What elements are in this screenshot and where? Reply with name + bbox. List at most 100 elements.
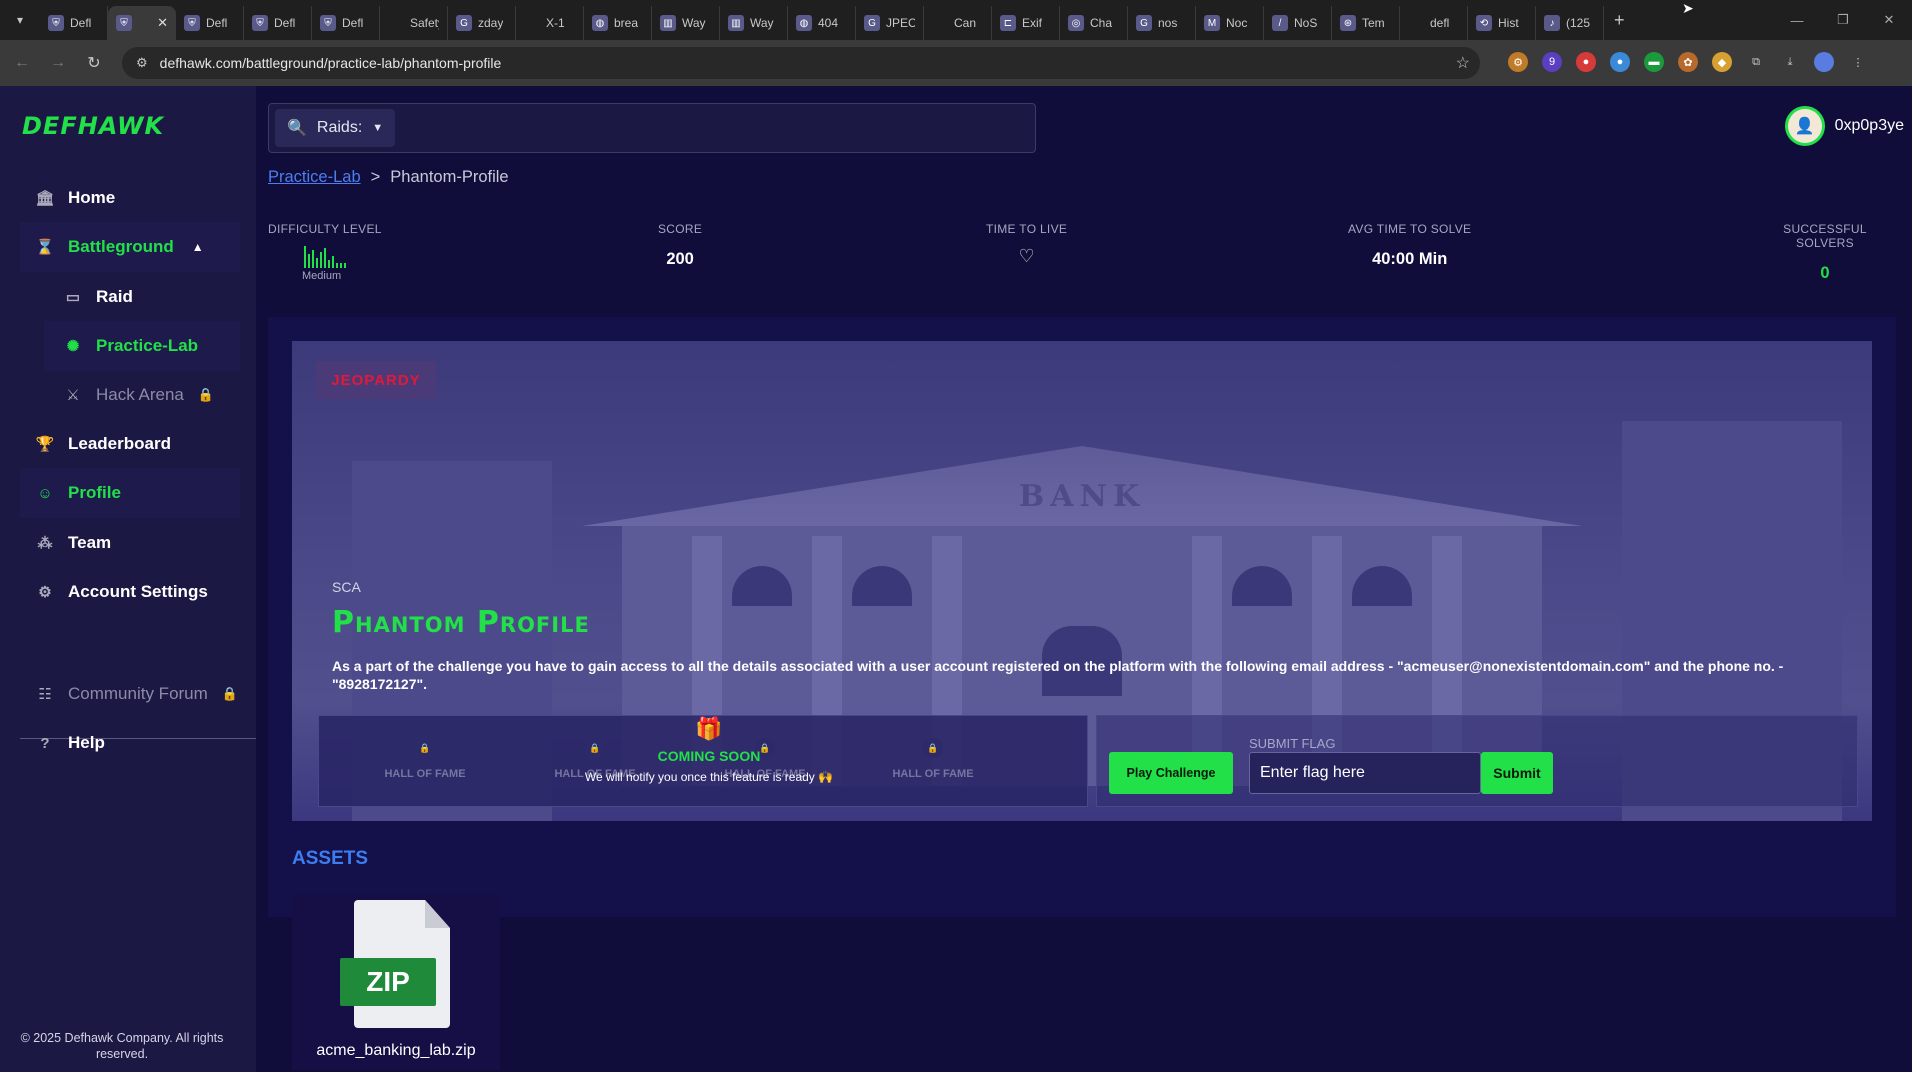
extension-icon[interactable]: ▬ [1644, 52, 1664, 72]
sidebar-item-hack-arena[interactable]: ⚔ Hack Arena 🔒 [44, 370, 240, 420]
extension-icon[interactable]: ● [1576, 52, 1596, 72]
tab-title: 404 [818, 16, 839, 30]
new-tab-button[interactable]: + [1614, 10, 1625, 31]
browser-tab[interactable]: ♪ (125 [1536, 6, 1604, 40]
browser-tab[interactable]: ◍ 404 [788, 6, 856, 40]
sidebar-item-help[interactable]: ? Help [20, 718, 240, 768]
google-icon: G [456, 15, 472, 31]
tab-title: Hist [1498, 16, 1519, 30]
history-icon: ⟲ [1476, 15, 1492, 31]
chevron-up-icon: ▲ [191, 240, 204, 254]
browser-tab[interactable]: G JPEC [856, 6, 924, 40]
hourglass-icon: ⌛ [35, 239, 55, 256]
minimize-icon[interactable]: — [1774, 0, 1820, 40]
restore-icon[interactable]: ❐ [1820, 0, 1866, 40]
tab-title: Way [682, 16, 706, 30]
blank-favicon-icon [388, 15, 404, 31]
reload-icon[interactable]: ↻ [80, 49, 108, 77]
copyright-text: © 2025 Defhawk Company. All rights reser… [20, 1031, 224, 1061]
browser-tab[interactable]: Can [924, 6, 992, 40]
extension-badge-icon[interactable]: 9 [1542, 52, 1562, 72]
browser-tab[interactable]: ◎ Cha [1060, 6, 1128, 40]
help-icon: ? [40, 734, 50, 752]
window-close-icon[interactable]: ✕ [1866, 0, 1912, 40]
tab-title: JPEC [886, 16, 915, 30]
back-icon[interactable]: ← [8, 49, 36, 77]
play-challenge-button[interactable]: Play Challenge [1109, 752, 1233, 794]
tab-close-icon[interactable]: ✕ [157, 15, 168, 31]
extension-icon[interactable]: ⚙ [1508, 52, 1528, 72]
extension-icon[interactable]: ● [1610, 52, 1630, 72]
browser-tab[interactable]: ◍ brea [584, 6, 652, 40]
lock-icon: 🔒 [221, 686, 238, 701]
browser-tab[interactable]: ▥ Way [652, 6, 720, 40]
asset-file-card[interactable]: ZIP acme_banking_lab.zip [292, 894, 500, 1070]
browser-tab[interactable]: Gzday [448, 6, 516, 40]
hall-of-fame-panel: 🔒 HALL OF FAME 🔒 HALL OF FAME 🔒 HALL OF … [318, 715, 1088, 807]
tab-title: nos [1158, 16, 1178, 30]
bookmark-star-icon[interactable]: ☆ [1456, 53, 1470, 73]
forward-icon[interactable]: → [44, 49, 72, 77]
score-value: 200 [666, 250, 694, 268]
url-field[interactable]: ⚙ defhawk.com/battleground/practice-lab/… [122, 47, 1480, 79]
sidebar-item-battleground[interactable]: ⌛ Battleground ▲ [20, 222, 240, 272]
breadcrumb-link-practice-lab[interactable]: Practice-Lab [268, 168, 361, 187]
browser-tab[interactable]: defl [1400, 6, 1468, 40]
browser-tab[interactable]: X-1 [516, 6, 584, 40]
browser-tab[interactable]: / NoS [1264, 6, 1332, 40]
google-icon: G [1136, 15, 1152, 31]
browser-tab[interactable]: ⟲ Hist [1468, 6, 1536, 40]
sidebar-item-home[interactable]: 🏛 Home [20, 173, 240, 223]
stat-time-to-live: TIME TO LIVE ♡ [986, 222, 1067, 267]
browser-tab[interactable]: M Noc [1196, 6, 1264, 40]
sidebar-item-profile[interactable]: ☺ Profile [20, 468, 240, 518]
atom-icon: ✺ [66, 338, 80, 355]
sidebar-item-team[interactable]: ⁂ Team [20, 518, 240, 568]
hall-of-fame-slot: 🔒 HALL OF FAME [873, 738, 993, 780]
sidebar-item-leaderboard[interactable]: 🏆 Leaderboard [20, 419, 240, 469]
lock-icon: 🔒 [197, 387, 215, 402]
browser-tab[interactable]: ⊛ Tem [1332, 6, 1400, 40]
user-menu[interactable]: 👤 0xp0p3ye [1784, 106, 1904, 146]
search-filter-select[interactable]: 🔍 Raids: ▼ [275, 109, 395, 147]
sidebar-item-account-settings[interactable]: ⚙ Account Settings [20, 567, 240, 617]
search-filter-label: Raids: [316, 119, 363, 136]
logo[interactable]: DEFHAWK [22, 112, 164, 140]
browser-profile-avatar[interactable] [1814, 52, 1834, 72]
sidebar-item-label: Practice-Lab [96, 336, 199, 355]
sidebar-item-label: Raid [96, 287, 133, 306]
sidebar: DEFHAWK 🏛 Home ⌛ Battleground ▲ ▭ Raid ✺… [0, 86, 256, 1072]
sidebar-item-community-forum[interactable]: ☷ Community Forum 🔒 [20, 669, 240, 719]
asset-file-name[interactable]: acme_banking_lab.zip [292, 1042, 500, 1060]
sidebar-item-practice-lab[interactable]: ✺ Practice-Lab [44, 321, 240, 371]
tab-title: Cha [1090, 16, 1113, 30]
browser-tab[interactable]: ⛨ Defl [244, 6, 312, 40]
search-icon: 🔍 [287, 120, 307, 137]
browser-menu-icon[interactable]: ⋮ [1848, 52, 1868, 72]
browser-tab-active[interactable]: ⛨ ✕ [108, 6, 176, 40]
flag-input[interactable] [1249, 752, 1481, 794]
arena-icon: ⚔ [66, 387, 80, 404]
shield-icon: ⛨ [48, 15, 64, 31]
browser-tab[interactable]: ⛨ Defl [40, 6, 108, 40]
browser-tab[interactable]: ⛨ Defl [312, 6, 380, 40]
sidebar-item-raid[interactable]: ▭ Raid [44, 272, 240, 322]
sidebar-item-label: Hack Arena [96, 385, 184, 404]
extension-icon[interactable]: ✿ [1678, 52, 1698, 72]
submit-flag-button[interactable]: Submit [1481, 752, 1553, 794]
download-icon[interactable]: ⤓ [1780, 52, 1800, 72]
heart-icon: ♡ [1018, 246, 1035, 266]
browser-tab[interactable]: Gnos [1128, 6, 1196, 40]
puzzle-icon[interactable]: ⧉ [1746, 52, 1766, 72]
avatar[interactable]: 👤 [1784, 106, 1825, 146]
search-bar[interactable]: 🔍 Raids: ▼ [268, 103, 1036, 153]
browser-tab[interactable]: Safety w [380, 6, 448, 40]
browser-tab[interactable]: ⊏ Exif [992, 6, 1060, 40]
site-info-icon[interactable]: ⚙ [136, 55, 148, 71]
browser-tab[interactable]: ⛨ Defl [176, 6, 244, 40]
sidebar-item-label: Battleground [68, 237, 174, 256]
tab-search-icon[interactable]: ▾ [8, 8, 32, 32]
extension-icon[interactable]: ◆ [1712, 52, 1732, 72]
browser-tab[interactable]: ▥ Way [720, 6, 788, 40]
chevron-down-icon: ▼ [372, 122, 384, 134]
